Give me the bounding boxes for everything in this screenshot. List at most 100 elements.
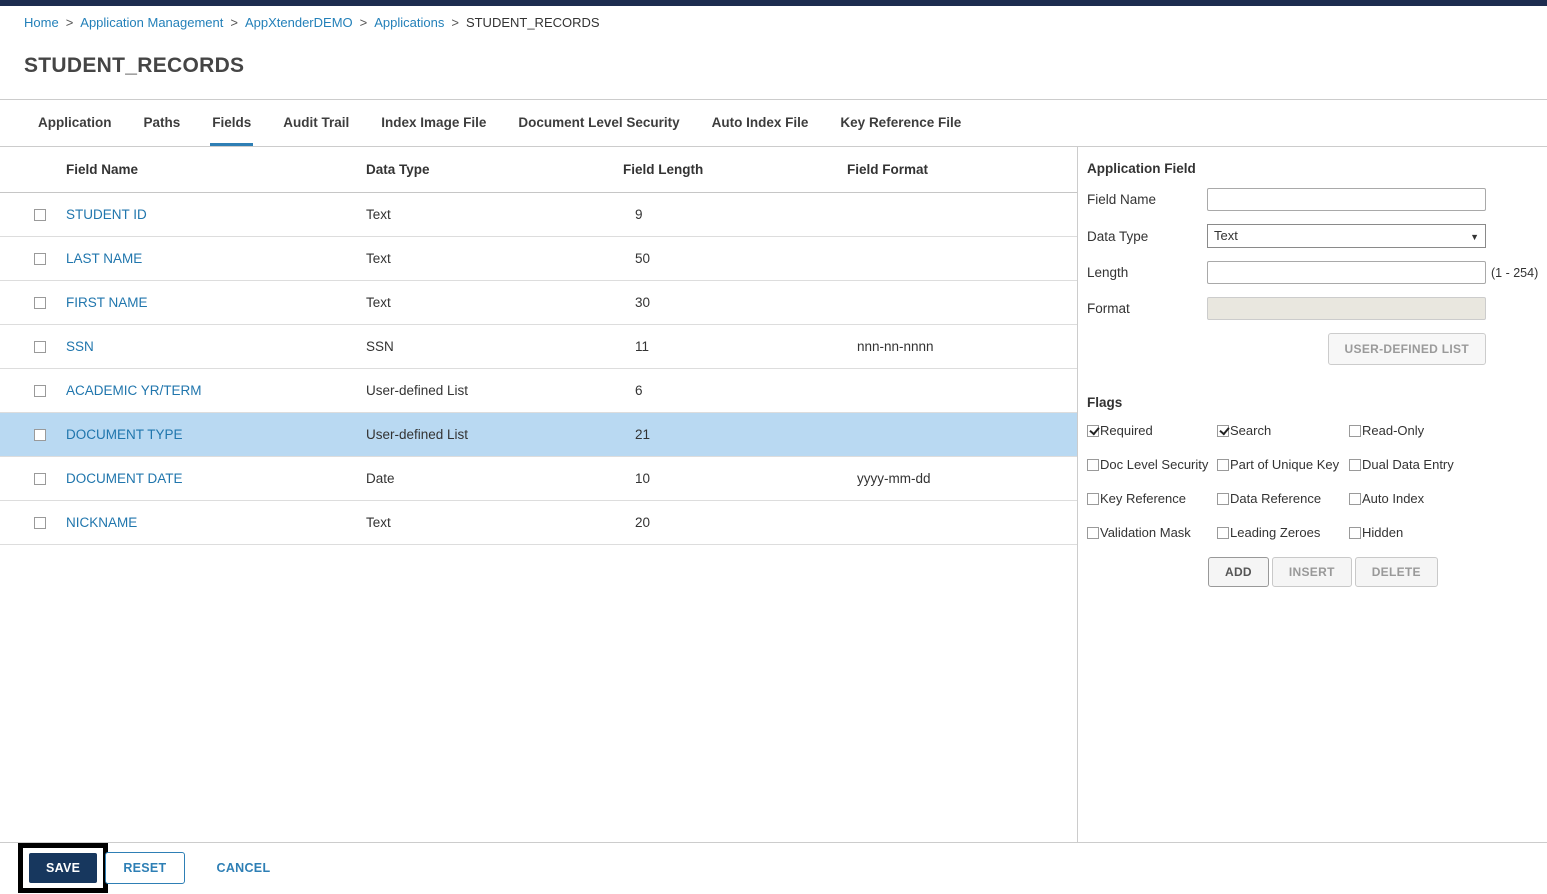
row-checkbox[interactable] bbox=[34, 341, 46, 354]
table-row-academic-yr-term[interactable]: ACADEMIC YR/TERM User-defined List 6 bbox=[0, 368, 1077, 413]
field-name-link[interactable]: NICKNAME bbox=[66, 515, 137, 530]
field-name-input[interactable] bbox=[1207, 188, 1486, 211]
flag-doc-level-security[interactable]: Doc Level Security bbox=[1087, 457, 1217, 472]
flag-checkbox[interactable] bbox=[1349, 458, 1361, 471]
cell-data-type: Text bbox=[358, 236, 613, 281]
flag-validation-mask[interactable]: Validation Mask bbox=[1087, 525, 1217, 540]
table-row-first-name[interactable]: FIRST NAME Text 30 bbox=[0, 280, 1077, 325]
row-checkbox[interactable] bbox=[34, 209, 46, 222]
flag-part-of-unique-key[interactable]: Part of Unique Key bbox=[1217, 457, 1349, 472]
table-row-document-date[interactable]: DOCUMENT DATE Date 10 yyyy-mm-dd bbox=[0, 456, 1077, 501]
row-checkbox[interactable] bbox=[34, 385, 46, 398]
column-header-field-name: Field Name bbox=[58, 147, 358, 193]
cancel-button[interactable]: CANCEL bbox=[211, 860, 277, 876]
flag-checkbox[interactable] bbox=[1217, 492, 1229, 505]
field-name-link[interactable]: DOCUMENT TYPE bbox=[66, 427, 183, 442]
field-name-link[interactable]: SSN bbox=[66, 339, 94, 354]
flag-checkbox[interactable] bbox=[1217, 526, 1229, 539]
cell-data-type: Text bbox=[358, 192, 613, 237]
table-row-ssn[interactable]: SSN SSN 11 nnn-nn-nnnn bbox=[0, 324, 1077, 369]
cell-field-format bbox=[839, 192, 1077, 237]
flag-search[interactable]: Search bbox=[1217, 423, 1349, 438]
flag-checkbox[interactable] bbox=[1087, 458, 1099, 471]
breadcrumb-item-appxtenderdemo[interactable]: AppXtenderDEMO bbox=[245, 15, 353, 30]
cell-data-type: Text bbox=[358, 500, 613, 545]
tab-paths[interactable]: Paths bbox=[142, 100, 183, 146]
fields-table: Field Name Data Type Field Length Field For… bbox=[0, 147, 1077, 545]
reset-button[interactable]: RESET bbox=[105, 852, 185, 884]
flag-leading-zeroes[interactable]: Leading Zeroes bbox=[1217, 525, 1349, 540]
user-defined-list-button[interactable]: USER-DEFINED LIST bbox=[1327, 333, 1486, 365]
flag-label: Dual Data Entry bbox=[1362, 457, 1454, 472]
row-checkbox-cell bbox=[0, 192, 58, 237]
flag-auto-index[interactable]: Auto Index bbox=[1349, 491, 1509, 506]
row-checkbox-cell bbox=[0, 236, 58, 281]
flag-hidden[interactable]: Hidden bbox=[1349, 525, 1509, 540]
field-name-label: Field Name bbox=[1087, 192, 1157, 207]
footer-bar: SAVE RESET CANCEL bbox=[0, 842, 1547, 893]
column-header-data-type: Data Type bbox=[358, 147, 613, 193]
tab-application[interactable]: Application bbox=[36, 100, 114, 146]
flag-checkbox[interactable] bbox=[1349, 492, 1361, 505]
flag-checkbox[interactable] bbox=[1087, 492, 1099, 505]
flag-checkbox[interactable] bbox=[1087, 526, 1099, 539]
flag-checkbox[interactable] bbox=[1349, 526, 1361, 539]
row-checkbox[interactable] bbox=[34, 297, 46, 310]
row-checkbox[interactable] bbox=[34, 253, 46, 266]
insert-button[interactable]: INSERT bbox=[1271, 557, 1352, 587]
flag-label: Key Reference bbox=[1100, 491, 1186, 506]
tab-fields[interactable]: Fields bbox=[210, 100, 254, 146]
tab-index-image-file[interactable]: Index Image File bbox=[379, 100, 488, 146]
field-name-link[interactable]: STUDENT ID bbox=[66, 207, 147, 222]
tab-auto-index-file[interactable]: Auto Index File bbox=[710, 100, 811, 146]
cell-field-name: ACADEMIC YR/TERM bbox=[58, 368, 358, 413]
flag-label: Data Reference bbox=[1230, 491, 1322, 506]
flag-checkbox[interactable] bbox=[1349, 424, 1361, 437]
breadcrumb-item-home[interactable]: Home bbox=[24, 15, 59, 30]
save-annotation-box: SAVE bbox=[18, 843, 109, 893]
cell-field-format bbox=[839, 412, 1077, 457]
flag-read-only[interactable]: Read-Only bbox=[1349, 423, 1509, 438]
save-button[interactable]: SAVE bbox=[29, 853, 98, 883]
data-type-select[interactable]: Text ▼ bbox=[1207, 224, 1486, 248]
flag-checkbox[interactable] bbox=[1217, 458, 1229, 471]
flag-key-reference[interactable]: Key Reference bbox=[1087, 491, 1217, 506]
row-checkbox-cell bbox=[0, 456, 58, 501]
length-row: Length (1 - 254) bbox=[1087, 261, 1547, 284]
field-name-link[interactable]: ACADEMIC YR/TERM bbox=[66, 383, 202, 398]
cell-field-format: yyyy-mm-dd bbox=[839, 456, 1077, 501]
cell-field-length: 11 bbox=[613, 324, 839, 369]
data-type-selected-value: Text bbox=[1214, 228, 1238, 243]
add-button[interactable]: ADD bbox=[1208, 557, 1269, 587]
flags-grid: Required Search Read-Only Doc Level Securit… bbox=[1087, 423, 1547, 540]
page-title: STUDENT_RECORDS bbox=[24, 54, 245, 77]
table-row-last-name[interactable]: LAST NAME Text 50 bbox=[0, 236, 1077, 281]
breadcrumb-item-applications[interactable]: Applications bbox=[374, 15, 444, 30]
breadcrumb: Home > Application Management > AppXtenderDE… bbox=[0, 6, 1547, 37]
length-input[interactable] bbox=[1207, 261, 1486, 284]
field-name-link[interactable]: FIRST NAME bbox=[66, 295, 148, 310]
delete-button[interactable]: DELETE bbox=[1354, 557, 1438, 587]
row-checkbox[interactable] bbox=[34, 517, 46, 530]
table-row-student-id[interactable]: STUDENT ID Text 9 bbox=[0, 192, 1077, 237]
row-checkbox[interactable] bbox=[34, 473, 46, 486]
column-header-field-format: Field Format bbox=[839, 147, 1077, 193]
chevron-down-icon: ▼ bbox=[1470, 232, 1479, 242]
breadcrumb-item-application-management[interactable]: Application Management bbox=[80, 15, 223, 30]
table-row-document-type[interactable]: DOCUMENT TYPE User-defined List 21 bbox=[0, 412, 1077, 457]
flag-checkbox[interactable] bbox=[1087, 424, 1099, 437]
flag-checkbox[interactable] bbox=[1217, 424, 1229, 437]
table-row-nickname[interactable]: NICKNAME Text 20 bbox=[0, 500, 1077, 545]
field-name-link[interactable]: DOCUMENT DATE bbox=[66, 471, 183, 486]
tab-document-level-security[interactable]: Document Level Security bbox=[516, 100, 681, 146]
flag-required[interactable]: Required bbox=[1087, 423, 1217, 438]
tab-audit-trail[interactable]: Audit Trail bbox=[281, 100, 351, 146]
flag-data-reference[interactable]: Data Reference bbox=[1217, 491, 1349, 506]
tab-key-reference-file[interactable]: Key Reference File bbox=[838, 100, 963, 146]
row-checkbox[interactable] bbox=[34, 429, 46, 442]
user-defined-list-row: USER-DEFINED LIST bbox=[1087, 333, 1486, 365]
field-name-link[interactable]: LAST NAME bbox=[66, 251, 142, 266]
flag-dual-data-entry[interactable]: Dual Data Entry bbox=[1349, 457, 1509, 472]
cell-data-type: Date bbox=[358, 456, 613, 501]
cell-data-type: SSN bbox=[358, 324, 613, 369]
